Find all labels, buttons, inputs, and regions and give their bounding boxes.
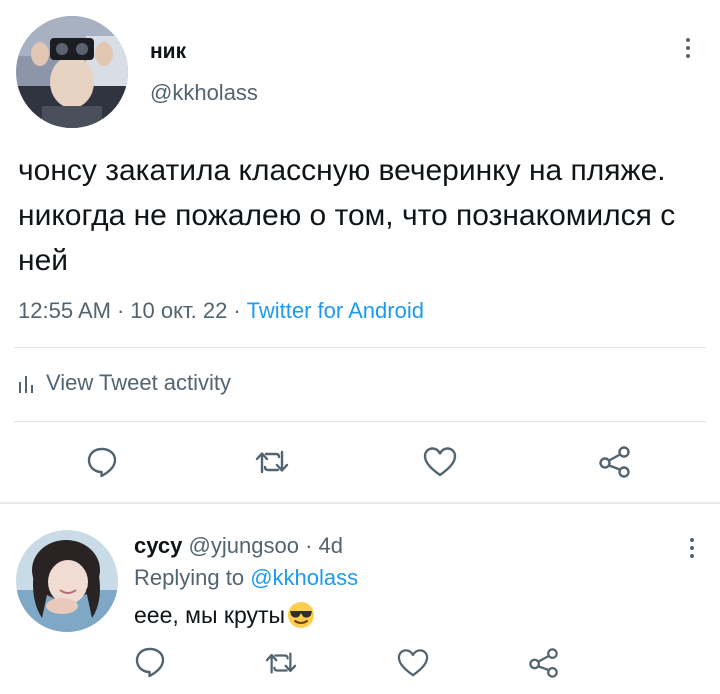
- tweet-date: 10 окт. 22: [130, 298, 228, 323]
- reply-display-name[interactable]: сусу: [134, 533, 182, 558]
- meta-separator: ·: [116, 298, 125, 323]
- reply-icon[interactable]: [134, 646, 166, 683]
- avatar-image: [16, 16, 128, 128]
- display-name[interactable]: ник: [150, 40, 186, 64]
- meta-separator: ·: [305, 533, 313, 558]
- view-activity-label: View Tweet activity: [46, 370, 232, 395]
- meta-separator: ·: [233, 298, 241, 323]
- like-icon[interactable]: [422, 446, 458, 483]
- like-icon[interactable]: [396, 648, 430, 683]
- retweet-icon[interactable]: [254, 446, 290, 483]
- main-tweet: ник @kkholass чонсу закатила классную ве…: [0, 0, 720, 502]
- tweet-time: 12:55 AM: [18, 298, 111, 323]
- reply-text-content: еее, мы круты: [134, 601, 286, 628]
- reply-user-handle[interactable]: @yjungsoo: [189, 533, 299, 558]
- replying-mention-link[interactable]: @kkholass: [250, 565, 358, 590]
- replying-prefix: Replying to: [134, 565, 245, 590]
- reply-header: сусу @yjungsoo · 4d: [134, 533, 343, 559]
- tweet-text: чонсу закатила классную вечеринку на пля…: [18, 154, 676, 277]
- replying-to: Replying to @kkholass: [134, 565, 358, 591]
- section-divider: [0, 502, 720, 504]
- avatar-image: [16, 530, 118, 632]
- tweet-source-link[interactable]: Twitter for Android: [247, 298, 424, 323]
- avatar[interactable]: [16, 16, 128, 128]
- more-options-icon[interactable]: [680, 532, 704, 564]
- divider: [14, 347, 706, 348]
- share-icon[interactable]: [598, 446, 632, 483]
- reply-icon[interactable]: [86, 446, 118, 483]
- view-activity-button[interactable]: View Tweet activity: [18, 370, 231, 396]
- retweet-icon[interactable]: [264, 648, 298, 683]
- reply-text: еее, мы круты: [134, 601, 315, 629]
- share-icon[interactable]: [528, 648, 560, 683]
- user-handle[interactable]: @kkholass: [150, 80, 258, 106]
- divider: [14, 421, 706, 422]
- reply-time[interactable]: 4d: [319, 533, 343, 558]
- more-options-icon[interactable]: [676, 32, 700, 64]
- sunglasses-emoji-icon: [288, 602, 315, 628]
- bar-chart-icon: [19, 376, 33, 393]
- reply-avatar[interactable]: [16, 530, 118, 632]
- tweet-meta: 12:55 AM · 10 окт. 22 · Twitter for Android: [18, 298, 424, 324]
